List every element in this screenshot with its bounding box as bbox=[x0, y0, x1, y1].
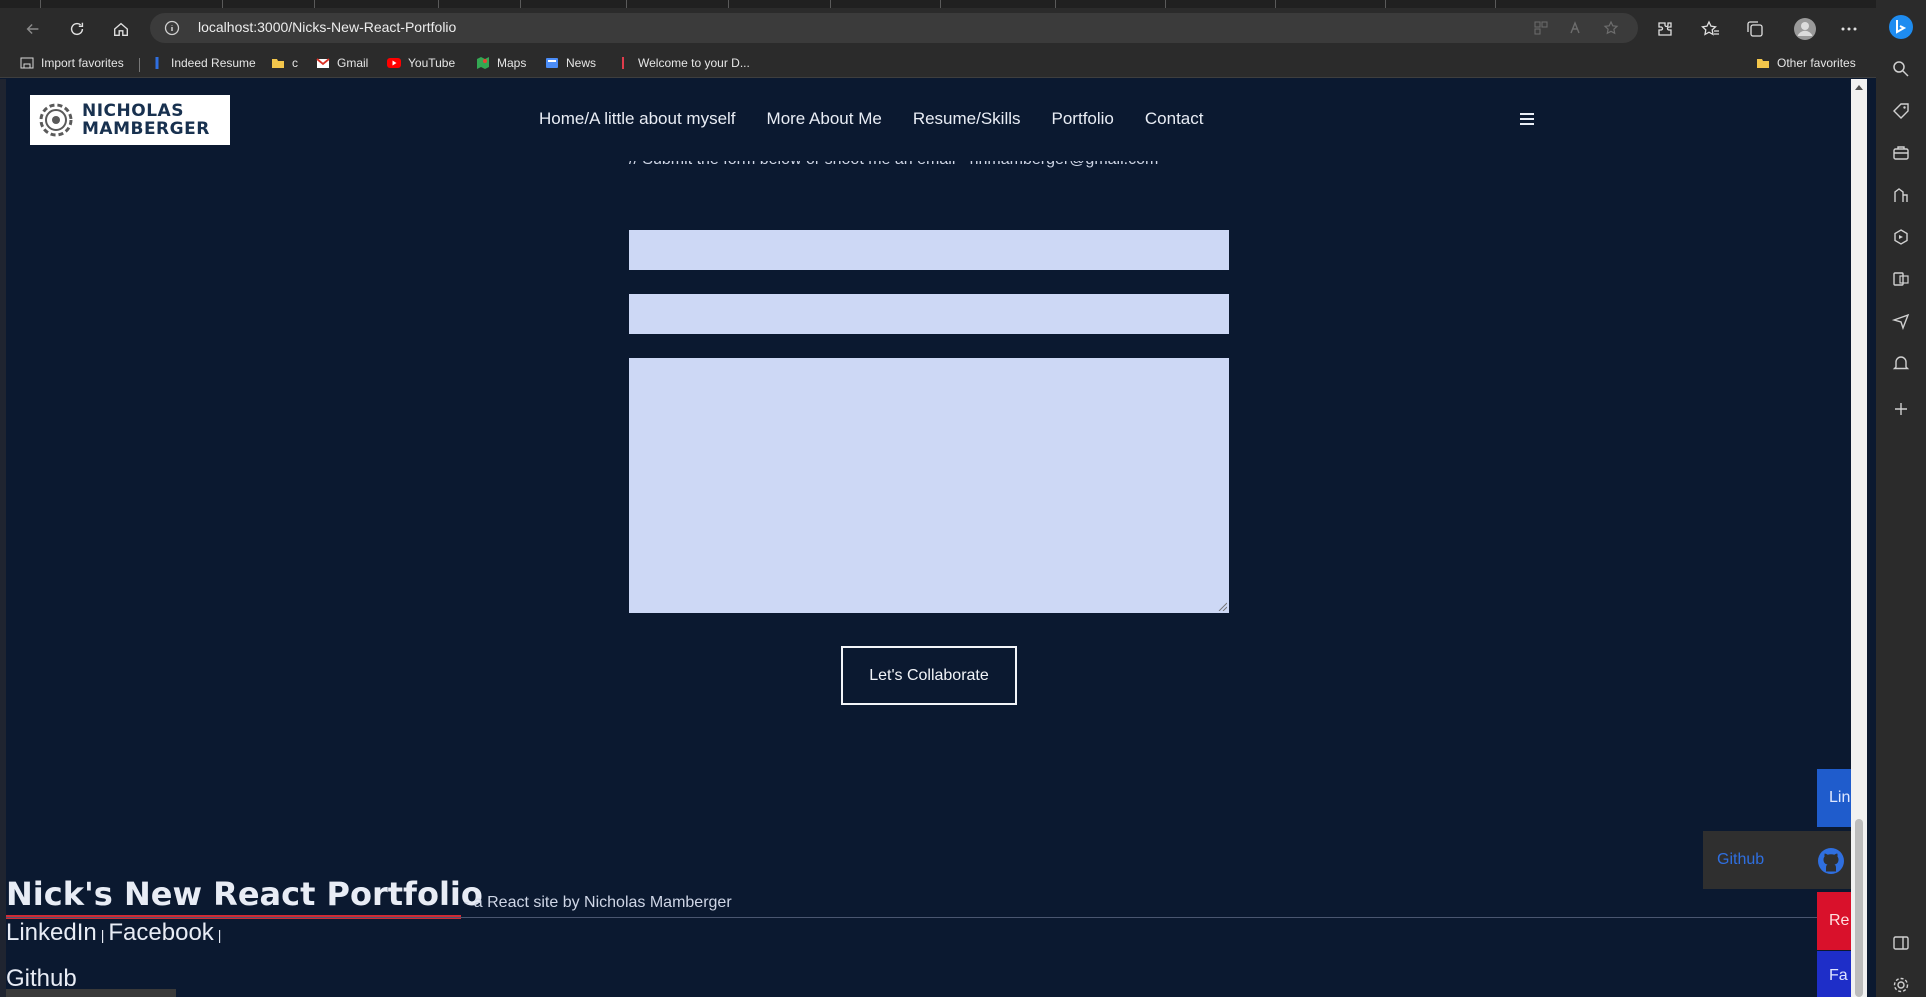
submit-collaborate-button[interactable]: Let's Collaborate bbox=[841, 646, 1017, 705]
bookmark-maps[interactable]: Maps bbox=[476, 54, 526, 72]
gear-logo-icon bbox=[39, 103, 73, 137]
favorites-bar: Import favorites Indeed Resume c Gmail Y… bbox=[0, 48, 1876, 78]
games-icon[interactable] bbox=[1892, 186, 1910, 204]
indeed-icon bbox=[155, 57, 159, 69]
social-tab-github[interactable]: Github bbox=[1703, 831, 1851, 889]
bookmark-icon bbox=[622, 57, 624, 69]
add-icon[interactable] bbox=[1892, 400, 1910, 418]
address-bar[interactable]: localhost:3000/Nicks-New-React-Portfolio bbox=[150, 13, 1638, 43]
maps-icon bbox=[477, 57, 489, 69]
bookmark-folder-c[interactable]: c bbox=[271, 54, 298, 72]
footer-separator: | bbox=[217, 927, 222, 943]
scroll-up-arrow-icon[interactable] bbox=[1854, 83, 1864, 91]
nav-resume-skills[interactable]: Resume/Skills bbox=[913, 109, 1021, 129]
bookmark-other-favorites[interactable]: Other favorites bbox=[1756, 54, 1856, 72]
site-info-icon[interactable] bbox=[164, 20, 180, 36]
portfolio-page: // Submit the form below or shoot me an … bbox=[6, 79, 1851, 997]
page-scrollbar[interactable] bbox=[1851, 79, 1867, 997]
footer-link-linkedin[interactable]: LinkedIn bbox=[6, 919, 97, 946]
footer-subtitle: - a React site by Nicholas Mamberger bbox=[464, 894, 732, 911]
extensions-icon[interactable] bbox=[1655, 19, 1675, 39]
hamburger-menu-icon[interactable] bbox=[1520, 113, 1536, 127]
folder-icon bbox=[272, 59, 284, 68]
status-bar-url bbox=[6, 989, 176, 997]
office-icon[interactable] bbox=[1892, 228, 1910, 246]
social-tab-linkedin[interactable]: Lin bbox=[1817, 769, 1851, 827]
scrollbar-thumb[interactable] bbox=[1855, 819, 1863, 997]
read-aloud-icon[interactable] bbox=[1568, 20, 1584, 36]
nav-contact[interactable]: Contact bbox=[1145, 109, 1204, 129]
news-icon bbox=[546, 58, 558, 68]
gmail-icon bbox=[316, 58, 330, 68]
logo-line-last: MAMBERGER bbox=[82, 119, 210, 139]
profile-avatar-icon[interactable] bbox=[1793, 17, 1817, 41]
more-options-icon[interactable] bbox=[1839, 19, 1859, 39]
nav-home[interactable]: Home/A little about myself bbox=[539, 109, 736, 129]
social-tab-label: Github bbox=[1717, 851, 1765, 868]
add-favorite-icon[interactable] bbox=[1603, 20, 1619, 36]
bookmark-youtube[interactable]: YouTube bbox=[387, 54, 455, 72]
footer-divider bbox=[6, 917, 1851, 918]
bookmark-welcome[interactable]: Welcome to your D... bbox=[617, 54, 750, 72]
youtube-icon bbox=[387, 58, 401, 68]
site-logo[interactable]: NICHOLAS MAMBERGER bbox=[30, 95, 230, 145]
site-header: NICHOLAS MAMBERGER Home/A little about m… bbox=[6, 79, 1851, 161]
social-tab-label: Lin bbox=[1829, 789, 1851, 806]
shopping-tag-icon[interactable] bbox=[1892, 102, 1910, 120]
nav-portfolio[interactable]: Portfolio bbox=[1052, 109, 1114, 129]
home-icon[interactable] bbox=[106, 14, 136, 44]
edge-sidebar bbox=[1876, 0, 1926, 997]
bookmark-indeed-resume[interactable]: Indeed Resume bbox=[150, 54, 256, 72]
bookmark-import-favorites[interactable]: Import favorites bbox=[20, 54, 124, 72]
back-icon[interactable] bbox=[18, 14, 48, 44]
refresh-icon[interactable] bbox=[62, 14, 92, 44]
hide-sidebar-icon[interactable] bbox=[1892, 934, 1910, 952]
import-icon bbox=[20, 57, 34, 69]
footer-separator: | bbox=[100, 927, 105, 943]
resize-handle-icon[interactable] bbox=[1217, 601, 1227, 611]
settings-gear-icon[interactable] bbox=[1892, 976, 1910, 994]
tools-briefcase-icon[interactable] bbox=[1892, 144, 1910, 162]
social-tab-label: Fa bbox=[1829, 967, 1848, 984]
email-input[interactable] bbox=[629, 294, 1229, 334]
footer-site-title[interactable]: Nick's New React Portfolio bbox=[6, 875, 483, 913]
search-icon[interactable] bbox=[1892, 60, 1910, 78]
message-textarea[interactable] bbox=[629, 358, 1229, 613]
social-tab-facebook[interactable]: Fa bbox=[1817, 951, 1851, 997]
bookmark-news[interactable]: News bbox=[545, 54, 596, 72]
bookmark-gmail[interactable]: Gmail bbox=[316, 54, 368, 72]
app-available-icon[interactable] bbox=[1533, 20, 1549, 36]
footer-link-facebook[interactable]: Facebook bbox=[108, 919, 213, 946]
bing-chat-icon[interactable] bbox=[1888, 14, 1914, 40]
social-tab-resume[interactable]: Re bbox=[1817, 892, 1851, 950]
browser-toolbar: localhost:3000/Nicks-New-React-Portfolio bbox=[0, 8, 1876, 48]
url-text[interactable]: localhost:3000/Nicks-New-React-Portfolio bbox=[198, 19, 456, 35]
logo-line-first: NICHOLAS bbox=[82, 101, 184, 121]
favorites-icon[interactable] bbox=[1700, 19, 1720, 39]
folder-icon bbox=[1757, 59, 1769, 68]
main-nav: Home/A little about myself More About Me… bbox=[539, 109, 1203, 129]
name-input[interactable] bbox=[629, 230, 1229, 270]
send-icon[interactable] bbox=[1892, 312, 1910, 330]
outlook-icon[interactable] bbox=[1892, 270, 1910, 288]
nav-more-about-me[interactable]: More About Me bbox=[767, 109, 882, 129]
footer-links: LinkedIn | Facebook | bbox=[6, 919, 225, 947]
notifications-icon[interactable] bbox=[1892, 354, 1910, 372]
collections-icon[interactable] bbox=[1745, 19, 1765, 39]
github-icon bbox=[1818, 848, 1844, 874]
social-tab-label: Re bbox=[1829, 912, 1850, 929]
